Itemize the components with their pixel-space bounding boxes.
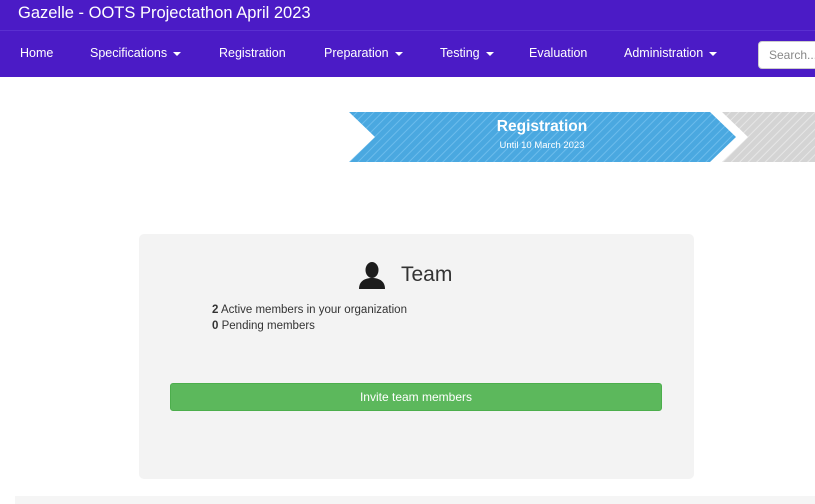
search-input[interactable]: [758, 41, 815, 69]
app-header: Gazelle - OOTS Projectathon April 2023: [0, 0, 815, 30]
caret-down-icon: [709, 51, 718, 56]
pending-members-label: Pending members: [218, 320, 315, 332]
caret-down-icon: [394, 51, 403, 56]
nav-registration[interactable]: Registration: [219, 46, 286, 60]
nav-evaluation-label: Evaluation: [529, 46, 588, 60]
nav-specifications[interactable]: Specifications: [90, 46, 182, 60]
step-title: Registration: [496, 118, 588, 135]
nav-home[interactable]: Home: [20, 46, 53, 60]
nav-evaluation[interactable]: Evaluation: [529, 46, 587, 60]
nav-preparation[interactable]: Preparation: [324, 46, 403, 60]
nav-administration[interactable]: Administration: [624, 46, 718, 60]
team-title: Team: [401, 263, 453, 286]
nav-home-label: Home: [20, 46, 54, 60]
nav-registration-label: Registration: [219, 46, 286, 60]
app-title: Gazelle - OOTS Projectathon April 2023: [18, 4, 311, 22]
nav-preparation-label: Preparation: [324, 46, 389, 60]
invite-team-members-button[interactable]: Invite team members: [170, 383, 662, 411]
caret-down-icon: [173, 51, 182, 56]
nav-testing[interactable]: Testing: [440, 46, 494, 60]
nav-administration-label: Administration: [624, 46, 704, 60]
active-members-line: 2 Active members in your organization: [212, 304, 407, 316]
caret-down-icon: [485, 51, 494, 56]
pending-members-line: 0 Pending members: [212, 320, 315, 332]
footer-strip: [15, 496, 815, 504]
nav-specifications-label: Specifications: [90, 46, 168, 60]
progress-stepper: [349, 112, 815, 162]
team-heading: Team: [357, 259, 452, 291]
step-date: Until 10 March 2023: [499, 140, 585, 151]
main-navbar: Home Specifications Registration Prepara…: [0, 30, 815, 77]
nav-testing-label: Testing: [440, 46, 480, 60]
user-icon: [359, 262, 385, 289]
active-members-label: Active members in your organization: [218, 304, 407, 316]
